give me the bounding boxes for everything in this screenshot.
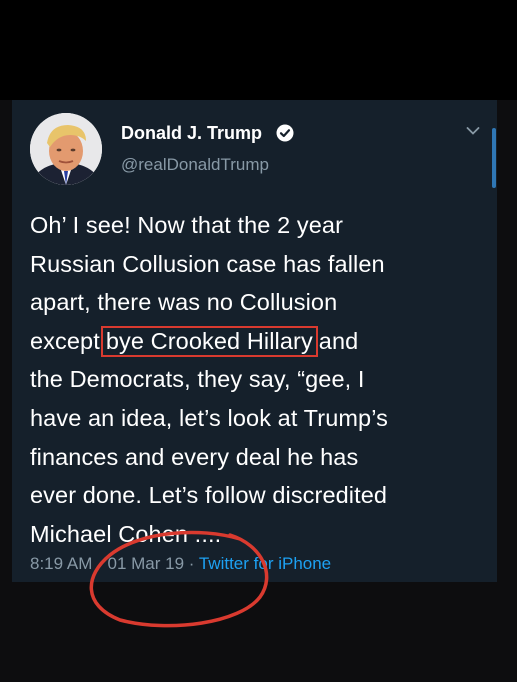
- top-bar: [0, 0, 517, 100]
- tweet-line: apart, there was no Collusion: [30, 289, 338, 316]
- tweet-line: Michael Cohen ....: [30, 520, 222, 547]
- bottom-area: [0, 582, 517, 682]
- tweet-line: Oh’ I see! Now that the 2 year: [30, 212, 344, 238]
- tweet-line: have an idea, let’s look at Trump’s: [30, 404, 388, 431]
- tweet-line: ever done. Let’s follow discredited: [30, 482, 388, 509]
- tweet-line: Russian Collusion case has fallen: [30, 250, 385, 277]
- meta-separator: ·: [97, 554, 108, 573]
- verified-badge-icon: [276, 124, 294, 142]
- tweet-source-link[interactable]: Twitter for iPhone: [199, 554, 331, 573]
- screenshot-page: Donald J. Trump @realDonaldTrump Oh’ I s…: [0, 0, 517, 682]
- right-margin: [497, 100, 517, 582]
- tweet-text-before-highlight: except: [30, 327, 100, 354]
- avatar-image: [30, 113, 102, 185]
- avatar[interactable]: [30, 113, 102, 185]
- tweet-line-highlighted: except bye Crooked Hillary and: [30, 322, 490, 361]
- tweet-line: the Democrats, they say, “gee, I: [30, 366, 365, 393]
- tweet-line: finances and every deal he has: [30, 443, 359, 470]
- meta-separator: ·: [188, 554, 199, 573]
- tweet-time[interactable]: 8:19 AM: [30, 554, 92, 573]
- highlighted-phrase: bye Crooked Hillary: [100, 325, 318, 357]
- tweet-meta: 8:19 AM · 01 Mar 19 · Twitter for iPhone: [30, 554, 331, 574]
- tweet-date[interactable]: 01 Mar 19: [108, 554, 185, 573]
- tweet-text-after-highlight: and: [318, 327, 359, 354]
- left-margin: [0, 100, 12, 582]
- author-handle[interactable]: @realDonaldTrump: [121, 155, 269, 175]
- author-name[interactable]: Donald J. Trump: [121, 123, 262, 144]
- tweet-text: Oh’ I see! Now that the 2 year Russian C…: [30, 206, 490, 553]
- scrollbar[interactable]: [492, 128, 496, 188]
- chevron-down-icon[interactable]: [466, 126, 480, 136]
